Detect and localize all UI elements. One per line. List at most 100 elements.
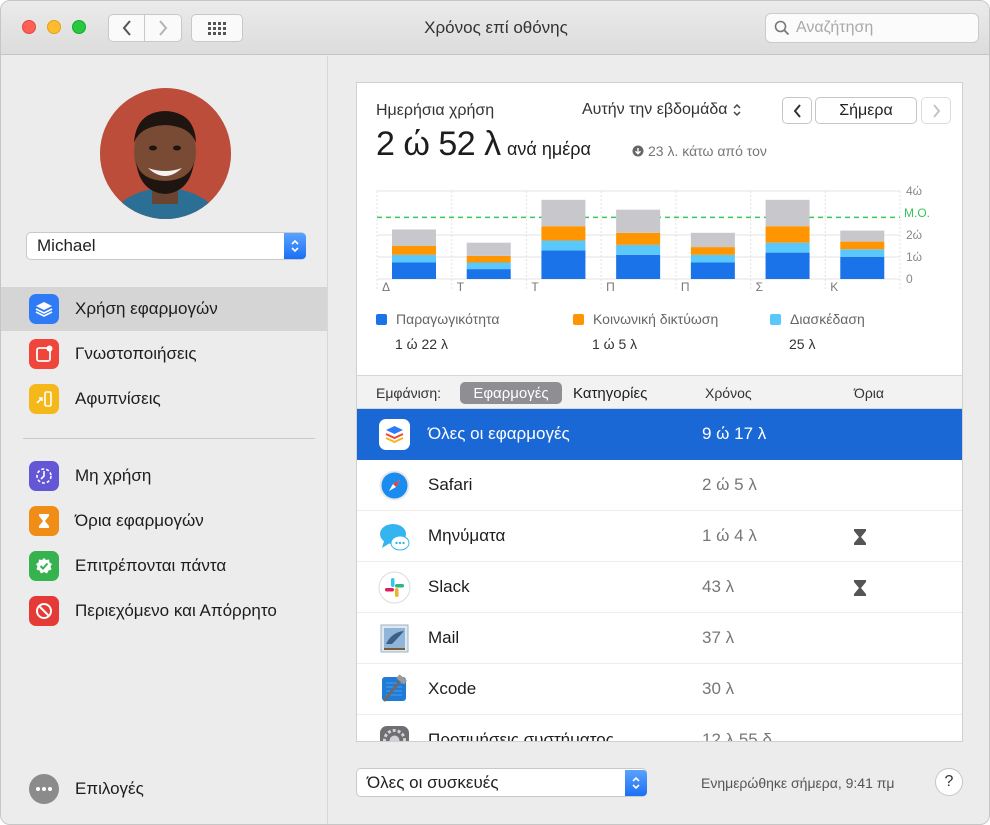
next-period-button[interactable] bbox=[921, 97, 951, 124]
row-app-time: 43 λ bbox=[702, 577, 735, 596]
chevron-right-icon bbox=[932, 103, 940, 118]
bar-segment bbox=[541, 250, 586, 279]
row-app-name: Προτιμήσεις συστήματος bbox=[428, 730, 614, 742]
per-day-label: ανά ημέρα bbox=[507, 139, 591, 159]
search-placeholder: Αναζήτηση bbox=[796, 19, 874, 36]
sidebar-item-pickups[interactable]: Αφυπνίσεις bbox=[1, 377, 327, 421]
sidebar-divider bbox=[23, 438, 315, 439]
sidebar-item-label: Επιτρέπονται πάντα bbox=[75, 556, 227, 575]
y-tick-label: 1ώ bbox=[906, 250, 922, 264]
period-label: Αυτήν την εβδομάδα bbox=[582, 101, 728, 118]
legend-swatch bbox=[770, 313, 781, 325]
y-tick-label: 2ώ bbox=[906, 228, 922, 242]
user-selector[interactable]: Michael bbox=[26, 232, 306, 260]
previous-period-button[interactable] bbox=[782, 97, 812, 124]
x-tick-label: Δ bbox=[382, 280, 390, 293]
help-button[interactable]: ? bbox=[935, 768, 963, 796]
bar-segment bbox=[466, 262, 511, 270]
column-header-time[interactable]: Χρόνος bbox=[705, 385, 752, 401]
sidebar-item-content-privacy[interactable]: Περιεχόμενο και Απόρρητο bbox=[1, 589, 327, 633]
user-photo bbox=[100, 88, 231, 219]
mail-icon bbox=[378, 622, 411, 655]
messages-icon bbox=[378, 520, 411, 553]
bar-segment bbox=[392, 254, 436, 263]
legend-value-entertainment: 25 λ bbox=[789, 336, 816, 352]
row-app-time: 30 λ bbox=[702, 679, 735, 698]
sidebar-item-label: Μη χρήση bbox=[75, 466, 152, 485]
bar-segment bbox=[840, 230, 885, 242]
legend-value-social: 1 ώ 5 λ bbox=[592, 336, 638, 352]
bar-segment bbox=[765, 226, 810, 243]
search-field[interactable]: Αναζήτηση bbox=[765, 13, 979, 43]
show-label: Εμφάνιση: bbox=[376, 385, 442, 401]
sidebar-item-downtime[interactable]: Μη χρήση bbox=[1, 454, 327, 498]
table-row[interactable]: Όλες οι εφαρμογές 9 ώ 17 λ bbox=[357, 409, 962, 460]
row-app-name: Slack bbox=[428, 577, 470, 596]
row-app-name: Όλες οι εφαρμογές bbox=[428, 424, 570, 443]
sidebar-item-label: Όρια εφαρμογών bbox=[75, 511, 204, 530]
x-tick-label: Π bbox=[681, 280, 690, 293]
avatar[interactable] bbox=[100, 88, 231, 219]
updown-stepper-icon bbox=[625, 769, 647, 796]
bar-segment bbox=[616, 209, 661, 233]
pickup-icon bbox=[29, 384, 59, 414]
table-row[interactable]: Slack 43 λ bbox=[357, 562, 962, 613]
table-row[interactable]: Μηνύματα 1 ώ 4 λ bbox=[357, 511, 962, 562]
x-tick-label: Τ bbox=[457, 280, 465, 293]
bar-segment bbox=[466, 242, 511, 256]
sidebar-item-label: Αφυπνίσεις bbox=[75, 389, 161, 408]
table-header: Εμφάνιση: Εφαρμογές Κατηγορίες Χρόνος Όρ… bbox=[357, 375, 962, 409]
sidebar-item-always-allowed[interactable]: Επιτρέπονται πάντα bbox=[1, 544, 327, 588]
options-button[interactable]: Επιλογές bbox=[1, 767, 327, 811]
bar-segment bbox=[690, 262, 735, 279]
x-tick-label: Σ bbox=[756, 280, 763, 293]
bar-segment bbox=[541, 226, 586, 241]
table-row[interactable]: Mail 37 λ bbox=[357, 613, 962, 664]
slack-icon bbox=[378, 571, 411, 604]
sidebar-item-app-usage[interactable]: Χρήση εφαρμογών bbox=[1, 287, 327, 331]
all-apps-icon bbox=[378, 418, 411, 451]
bar-segment bbox=[541, 199, 586, 227]
bar-segment bbox=[690, 254, 735, 263]
table-row[interactable]: Safari 2 ώ 5 λ bbox=[357, 460, 962, 511]
sidebar-item-app-limits[interactable]: Όρια εφαρμογών bbox=[1, 499, 327, 543]
daily-usage-label: Ημερήσια χρήση bbox=[376, 102, 495, 119]
table-row[interactable]: Προτιμήσεις συστήματος 12 λ 55 δ bbox=[357, 715, 962, 742]
bar-segment bbox=[392, 246, 436, 255]
bar-segment bbox=[840, 241, 885, 250]
y-tick-label: 0 bbox=[906, 272, 913, 286]
segment-apps[interactable]: Εφαρμογές bbox=[460, 382, 562, 404]
sidebar-item-notifications[interactable]: Γνωστοποιήσεις bbox=[1, 332, 327, 376]
xcode-icon bbox=[378, 673, 411, 706]
sidebar: Michael Χρήση εφαρμογών Γνωστοποιήσεις Α… bbox=[1, 56, 328, 824]
average-label: Μ.Ο. bbox=[904, 206, 930, 220]
sidebar-item-label: Χρήση εφαρμογών bbox=[75, 299, 218, 318]
daily-usage-chart: 4ώ 2ώ 1ώ 0 Μ.Ο. Δ Τ Τ Π Π Σ Κ bbox=[376, 184, 930, 293]
down-arrow-circle-icon bbox=[632, 145, 644, 157]
table-row[interactable]: Xcode 30 λ bbox=[357, 664, 962, 715]
x-tick-label: Κ bbox=[830, 280, 838, 293]
devices-selector[interactable]: Όλες οι συσκευές bbox=[356, 768, 647, 797]
restricted-icon bbox=[29, 596, 59, 626]
hourglass-icon bbox=[854, 580, 866, 596]
row-app-time: 9 ώ 17 λ bbox=[702, 424, 767, 443]
x-tick-label: Π bbox=[606, 280, 615, 293]
column-header-limits[interactable]: Όρια bbox=[854, 385, 884, 401]
legend-label: Διασκέδαση bbox=[790, 311, 865, 327]
legend-swatch bbox=[573, 313, 584, 325]
bar-segment bbox=[690, 232, 735, 248]
bar-segment bbox=[466, 269, 511, 279]
legend-social: Κοινωνική δικτύωση bbox=[573, 311, 718, 327]
today-button[interactable]: Σήμερα bbox=[815, 97, 917, 124]
bar-segment bbox=[392, 229, 436, 246]
checkmark-icon bbox=[29, 551, 59, 581]
period-selector[interactable]: Αυτήν την εβδομάδα bbox=[582, 101, 742, 119]
segment-categories[interactable]: Κατηγορίες bbox=[573, 385, 647, 402]
row-app-name: Mail bbox=[428, 628, 460, 647]
sidebar-item-label: Περιεχόμενο και Απόρρητο bbox=[75, 601, 277, 620]
title-bar: Χρόνος επί οθόνης Αναζήτηση bbox=[1, 1, 989, 55]
bar-segment bbox=[616, 244, 661, 255]
more-options-icon bbox=[29, 774, 59, 804]
row-app-name: Safari bbox=[428, 475, 473, 494]
row-app-time: 1 ώ 4 λ bbox=[702, 526, 757, 545]
